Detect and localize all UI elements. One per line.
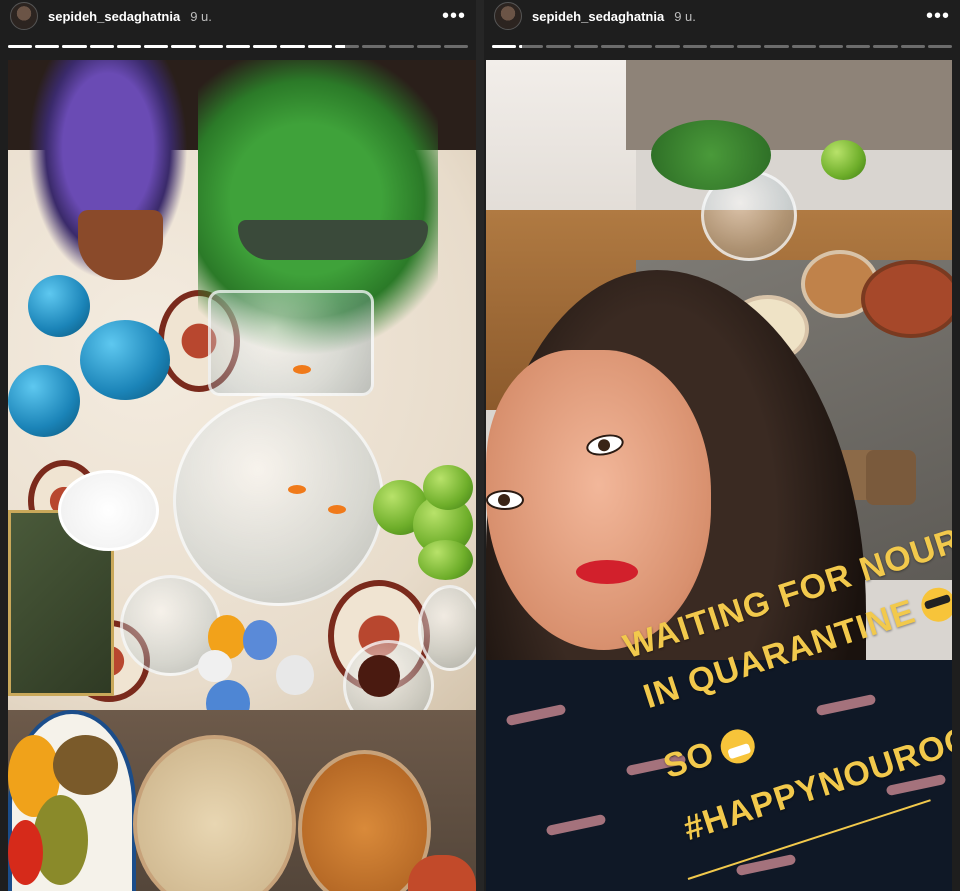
progress-segment bbox=[900, 45, 925, 48]
progress-segment bbox=[280, 45, 305, 48]
progress-segment bbox=[927, 45, 952, 48]
progress-segment bbox=[171, 45, 196, 48]
progress-segment bbox=[492, 45, 517, 48]
haft-sin-table-image bbox=[8, 60, 476, 891]
progress-segment bbox=[573, 45, 598, 48]
progress-segment bbox=[600, 45, 626, 48]
story-photo[interactable] bbox=[8, 60, 476, 891]
progress-segment bbox=[846, 45, 871, 48]
progress-segment bbox=[709, 45, 735, 48]
username[interactable]: sepideh_sedaghatnia bbox=[532, 9, 664, 24]
story-progress-bar bbox=[8, 45, 468, 48]
username[interactable]: sepideh_sedaghatnia bbox=[48, 9, 180, 24]
progress-segment bbox=[116, 45, 142, 48]
progress-segment bbox=[818, 45, 844, 48]
timestamp: 9 u. bbox=[190, 8, 212, 24]
story-header: sepideh_sedaghatnia 9 u. ••• bbox=[0, 0, 476, 32]
story-header: sepideh_sedaghatnia 9 u. ••• bbox=[484, 0, 960, 32]
progress-segment bbox=[791, 45, 816, 48]
progress-segment bbox=[253, 45, 278, 48]
story-progress-bar bbox=[492, 45, 952, 48]
more-options-icon[interactable]: ••• bbox=[442, 6, 466, 26]
progress-segment bbox=[546, 45, 571, 48]
story-photo[interactable]: WAITING FOR NOUROOZ IN QUARANTINE SO #HA… bbox=[486, 60, 952, 891]
progress-segment bbox=[655, 45, 680, 48]
avatar[interactable] bbox=[494, 2, 522, 30]
progress-segment bbox=[682, 45, 707, 48]
progress-segment bbox=[62, 45, 87, 48]
progress-segment bbox=[334, 45, 360, 48]
smiling-face-with-sunglasses-icon bbox=[917, 583, 952, 627]
progress-segment bbox=[8, 45, 33, 48]
progress-segment bbox=[416, 45, 441, 48]
progress-segment bbox=[737, 45, 762, 48]
selfie-image: WAITING FOR NOUROOZ IN QUARANTINE SO #HA… bbox=[486, 60, 952, 891]
progress-segment bbox=[144, 45, 169, 48]
progress-segment bbox=[389, 45, 414, 48]
progress-segment bbox=[519, 45, 544, 48]
story-panel-right[interactable]: sepideh_sedaghatnia 9 u. ••• WAITING FOR… bbox=[484, 0, 960, 891]
timestamp: 9 u. bbox=[674, 8, 696, 24]
avatar[interactable] bbox=[10, 2, 38, 30]
progress-segment bbox=[443, 45, 468, 48]
progress-segment bbox=[362, 45, 387, 48]
story-panel-left[interactable]: sepideh_sedaghatnia 9 u. ••• bbox=[0, 0, 476, 891]
progress-segment bbox=[89, 45, 114, 48]
more-options-icon[interactable]: ••• bbox=[926, 6, 950, 26]
progress-segment bbox=[198, 45, 223, 48]
progress-segment bbox=[35, 45, 60, 48]
progress-segment bbox=[307, 45, 332, 48]
progress-segment bbox=[628, 45, 653, 48]
progress-segment bbox=[225, 45, 251, 48]
progress-segment bbox=[764, 45, 789, 48]
progress-segment bbox=[873, 45, 898, 48]
